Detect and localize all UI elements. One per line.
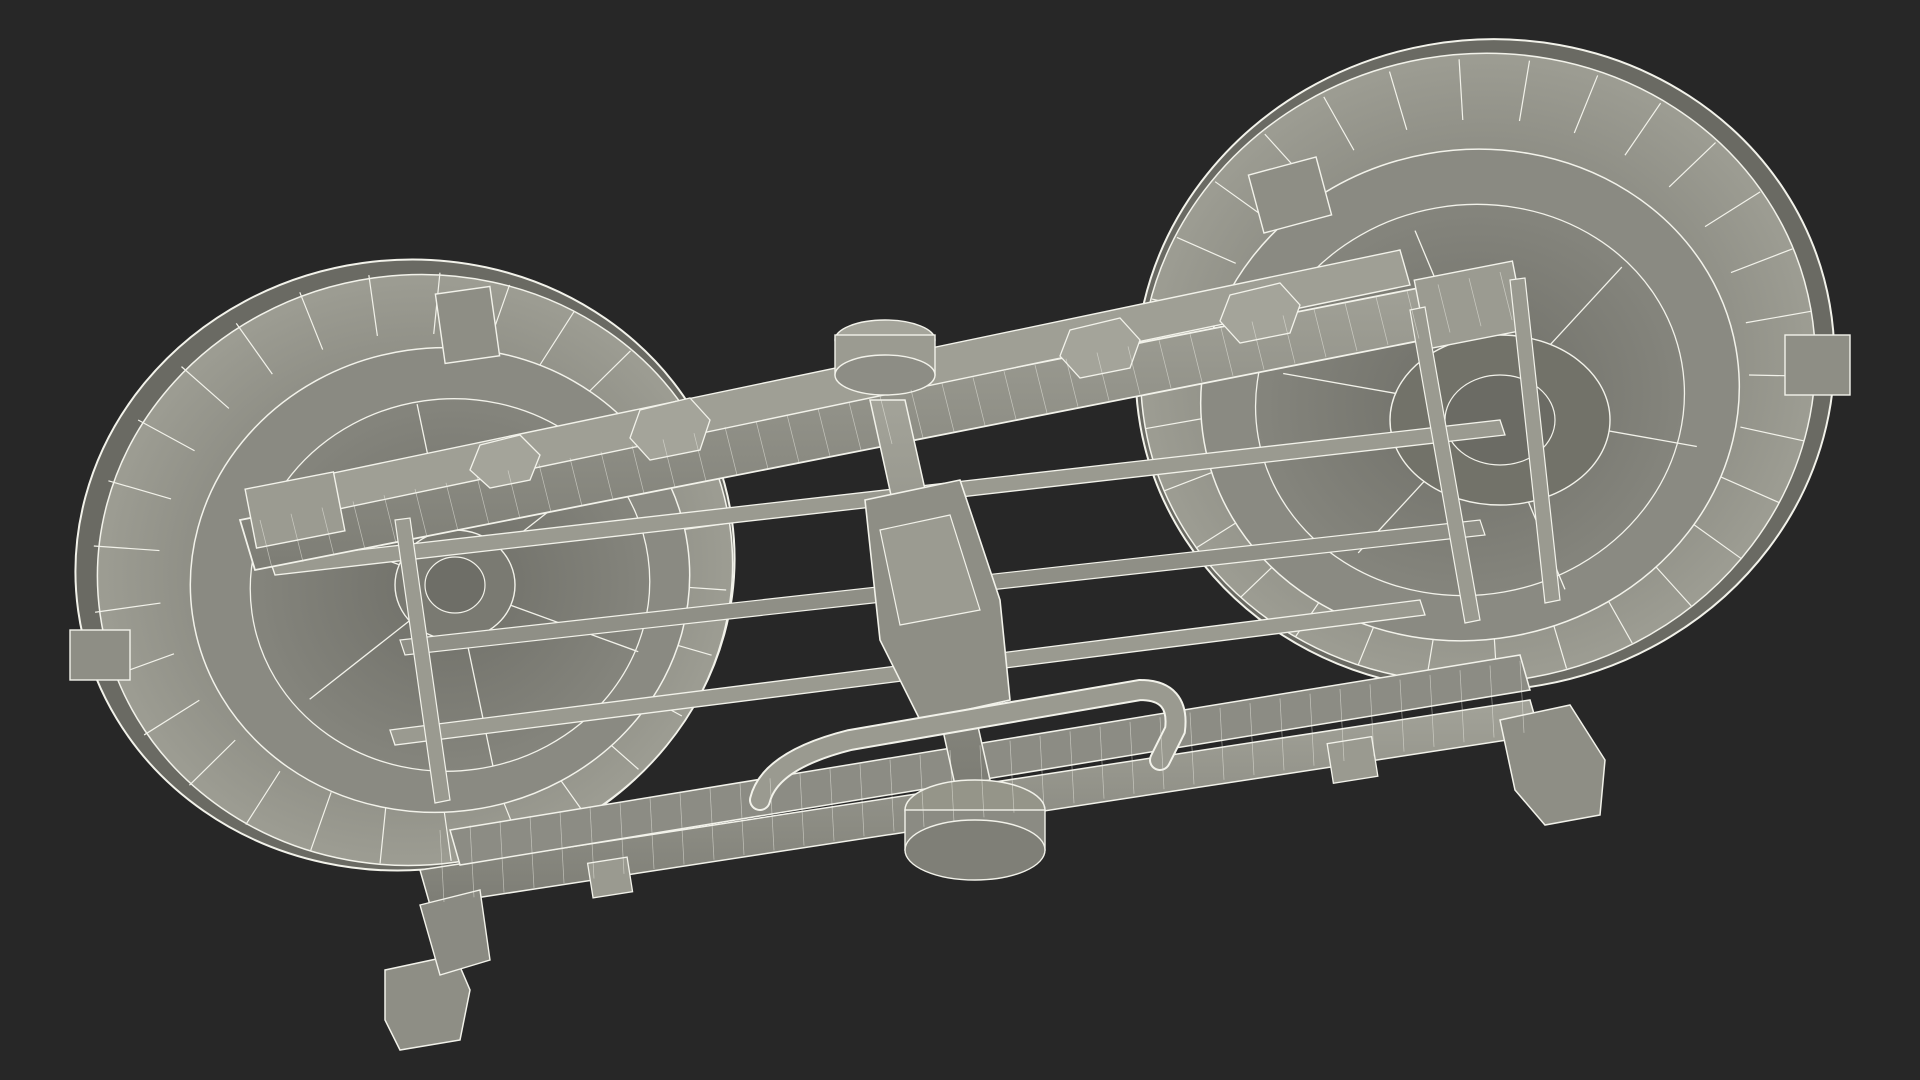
wireframe-render: [69, 38, 1851, 1051]
render-viewport: [0, 0, 1920, 1080]
